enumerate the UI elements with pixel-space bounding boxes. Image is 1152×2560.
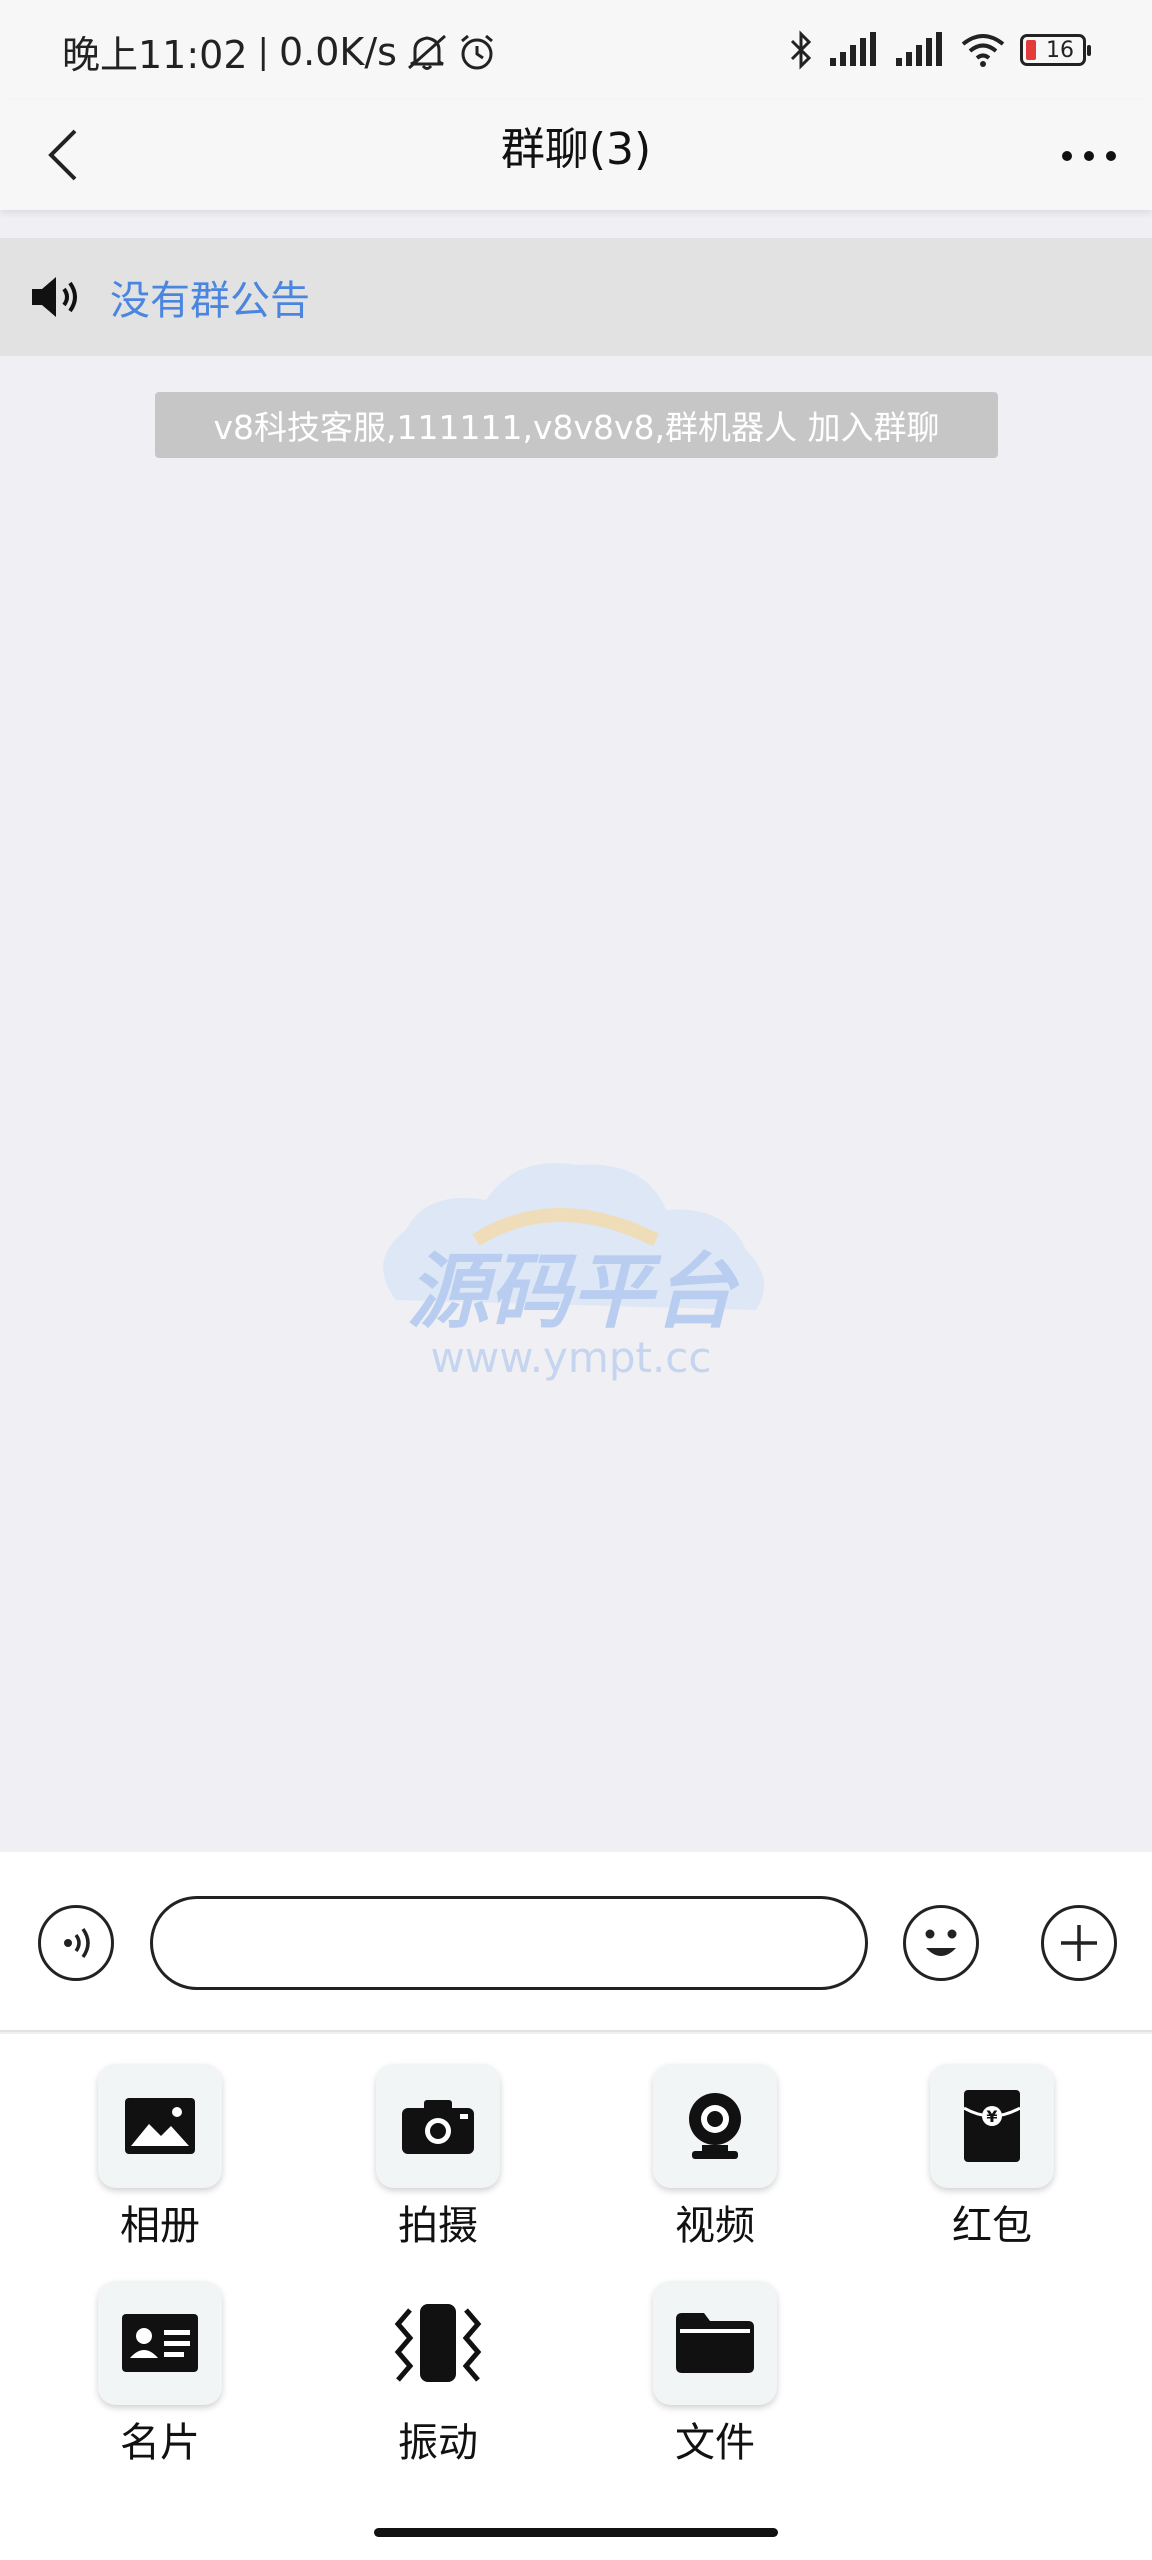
photo-album-icon [98,2064,222,2188]
status-bar: 晚上11:02 | 0.0K/s 16 [0,0,1152,100]
home-indicator[interactable] [374,2528,778,2537]
watermark-logo: 源码平台 www.ympt.cc [356,1150,786,1390]
alarm-icon [460,34,493,69]
vibrate-icon [376,2281,500,2405]
input-bar [0,1852,1152,2032]
wifi-icon [961,34,1005,67]
signal-icon-2 [896,32,942,66]
tool-contact-card[interactable]: 名片 [70,2281,250,2481]
tool-label: 视频 [675,2203,755,2249]
status-left: 晚上11:02 | 0.0K/s [62,24,497,79]
tool-label: 振动 [398,2420,478,2466]
more-dot-icon [1084,151,1094,161]
webcam-icon [653,2064,777,2188]
signal-icon [830,32,876,66]
emoji-button[interactable] [903,1905,979,1981]
system-message: v8科技客服,111111,v8v8v8,群机器人 加入群聊 [155,392,998,458]
status-net-speed: 0.0K/s [278,29,397,74]
more-button[interactable] [1056,136,1122,176]
tool-label: 拍摄 [398,2203,478,2249]
status-separator: | [257,31,269,72]
tool-file[interactable]: 文件 [625,2281,805,2481]
page-title: 群聊(3) [500,124,652,175]
red-packet-icon: ¥ [930,2064,1054,2188]
voice-input-button[interactable] [38,1905,114,1981]
mute-bell-icon [407,34,446,70]
watermark-title: 源码平台 [407,1245,740,1340]
message-input[interactable] [150,1896,868,1990]
tool-label: 文件 [675,2420,755,2466]
more-actions-button[interactable] [1041,1905,1117,1981]
camera-icon [376,2064,500,2188]
tool-vibrate[interactable]: 振动 [348,2281,528,2481]
status-time: 晚上11:02 [62,33,248,77]
tool-label: 名片 [120,2420,200,2466]
group-notice-text: 没有群公告 [110,278,310,324]
tools-panel: 相册 拍摄 视频 ¥ 红包 名片 振动 文件 [0,2034,1152,2560]
contact-card-icon [98,2281,222,2405]
watermark-url: www.ympt.cc [431,1333,712,1382]
tool-label: 相册 [120,2203,200,2249]
status-right: 16 [788,30,1091,70]
speaker-icon [32,277,77,317]
tool-red-packet[interactable]: ¥ 红包 [902,2064,1082,2264]
tool-camera[interactable]: 拍摄 [348,2064,528,2264]
battery-level: 16 [1046,37,1074,63]
svg-text:¥: ¥ [986,2107,997,2126]
plus-icon [1061,1925,1097,1961]
smile-icon [925,1929,957,1956]
tool-album[interactable]: 相册 [70,2064,250,2264]
battery-icon: 16 [1020,34,1091,66]
group-notice-bar[interactable]: 没有群公告 [0,238,1152,356]
folder-icon [653,2281,777,2405]
more-dot-icon [1106,151,1116,161]
more-dot-icon [1062,151,1072,161]
bluetooth-icon [790,30,812,70]
tool-video[interactable]: 视频 [625,2064,805,2264]
voice-icon [64,1927,90,1959]
tool-label: 红包 [952,2203,1032,2249]
nav-bar: 群聊(3) [0,100,1152,210]
